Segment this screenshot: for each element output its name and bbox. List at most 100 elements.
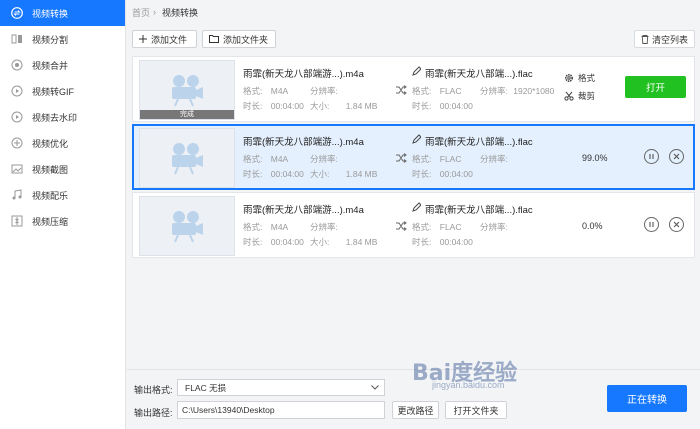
- format-label: 格式:: [243, 154, 263, 164]
- source-format-meta: 格式: M4A: [243, 85, 288, 97]
- compress-icon: [11, 215, 23, 227]
- sidebar-item-convert[interactable]: 视频转换: [0, 0, 125, 26]
- pause-button[interactable]: [644, 217, 659, 232]
- target-duration: 00:04:00: [439, 237, 473, 247]
- source-format: M4A: [270, 222, 289, 232]
- clear-list-button[interactable]: 清空列表: [633, 30, 695, 48]
- output-format-label: 输出格式:: [134, 385, 173, 395]
- add-folder-button[interactable]: 添加文件夹: [202, 30, 276, 48]
- size-label: 大小:: [310, 237, 330, 247]
- format-label: 格式:: [412, 86, 432, 96]
- trash-icon: [641, 34, 649, 44]
- source-file-name: 雨霏(新天龙八部端游...).m4a: [243, 137, 364, 148]
- toolbar: 添加文件 添加文件夹 清空列表: [132, 30, 695, 50]
- resolution-label: 分辨率:: [310, 86, 338, 96]
- source-size-meta: 大小: 1.84 MB: [310, 236, 377, 248]
- chevron-down-icon: [371, 385, 379, 390]
- output-format-value: FLAC 无损: [185, 382, 227, 393]
- format-label: 格式:: [412, 154, 432, 164]
- target-file-name: 雨霏(新天龙八部端...).flac: [425, 137, 533, 148]
- shuffle-arrow-icon: [396, 153, 407, 163]
- sidebar-item-merge[interactable]: 视频合并: [0, 52, 125, 78]
- target-format: FLAC: [439, 86, 462, 96]
- cut-label: 裁剪: [578, 91, 596, 101]
- output-path-field[interactable]: C:\Users\13940\Desktop: [177, 401, 385, 419]
- open-folder-button[interactable]: 打开文件夹: [445, 401, 507, 419]
- music-icon: [11, 189, 23, 201]
- breadcrumb-home[interactable]: 首页: [132, 6, 150, 19]
- source-format: M4A: [270, 86, 289, 96]
- remove-button[interactable]: [669, 149, 684, 164]
- source-resolution-meta: 分辨率:: [310, 153, 338, 165]
- source-duration: 00:04:00: [270, 237, 304, 247]
- target-file-name: 雨霏(新天龙八部端...).flac: [425, 69, 533, 80]
- file-row[interactable]: 完成 雨霏(新天龙八部端游...).m4a 格式: M4A 分辨率: 时长: 0…: [132, 56, 695, 122]
- sidebar-item-music[interactable]: 视频配乐: [0, 182, 125, 208]
- watermark-url: jingyan.baidu.com: [432, 380, 505, 390]
- edit-pencil-icon[interactable]: [412, 134, 421, 144]
- source-resolution-meta: 分辨率:: [310, 221, 338, 233]
- format-label: 格式:: [243, 86, 263, 96]
- target-format-meta: 格式: FLAC: [412, 153, 461, 165]
- sidebar-item-gif[interactable]: 视频转GIF: [0, 78, 125, 104]
- file-row[interactable]: 雨霏(新天龙八部端游...).m4a 格式: M4A 分辨率: 时长: 00:0…: [132, 192, 695, 258]
- resolution-label: 分辨率:: [310, 154, 338, 164]
- sidebar-item-label: 视频合并: [32, 60, 69, 71]
- remove-button[interactable]: [669, 217, 684, 232]
- target-resolution-meta: 分辨率:: [480, 153, 508, 165]
- sidebar-item-split[interactable]: 视频分割: [0, 26, 125, 52]
- screenshot-icon: [11, 163, 23, 175]
- open-button[interactable]: 打开: [625, 76, 686, 98]
- pause-button[interactable]: [644, 149, 659, 164]
- gif-icon: [11, 85, 23, 97]
- edit-pencil-icon[interactable]: [412, 66, 421, 76]
- source-size: 1.84 MB: [345, 237, 378, 247]
- start-convert-button[interactable]: 正在转换: [607, 385, 687, 412]
- source-format-meta: 格式: M4A: [243, 153, 288, 165]
- cut-button[interactable]: 裁剪: [564, 90, 595, 102]
- sidebar-item-screenshot[interactable]: 视频截图: [0, 156, 125, 182]
- sidebar-item-optimize[interactable]: 视频优化: [0, 130, 125, 156]
- progress-percent: 0.0%: [582, 221, 603, 231]
- duration-label: 时长:: [412, 169, 432, 179]
- size-label: 大小:: [310, 101, 330, 111]
- film-camera-icon: [172, 143, 203, 175]
- source-format-meta: 格式: M4A: [243, 221, 288, 233]
- split-icon: [11, 33, 23, 45]
- gear-icon: [564, 73, 574, 83]
- pause-icon: [649, 222, 654, 227]
- sidebar-item-label: 视频优化: [32, 138, 69, 149]
- file-row[interactable]: 雨霏(新天龙八部端游...).m4a 格式: M4A 分辨率: 时长: 00:0…: [132, 124, 695, 190]
- video-thumbnail: [139, 128, 235, 188]
- video-thumbnail: [139, 196, 235, 256]
- duration-label: 时长:: [412, 101, 432, 111]
- merge-icon: [11, 59, 23, 71]
- sidebar-item-compress[interactable]: 视频压缩: [0, 208, 125, 234]
- target-format-meta: 格式: FLAC: [412, 85, 461, 97]
- format-label: 格式:: [243, 222, 263, 232]
- format-settings-button[interactable]: 格式: [564, 72, 595, 84]
- target-format-meta: 格式: FLAC: [412, 221, 461, 233]
- format-label: 格式:: [412, 222, 432, 232]
- edit-pencil-icon[interactable]: [412, 202, 421, 212]
- clear-list-label: 清空列表: [651, 34, 688, 45]
- add-folder-label: 添加文件夹: [223, 34, 269, 45]
- add-file-button[interactable]: 添加文件: [132, 30, 197, 48]
- convert-icon: [11, 7, 23, 19]
- shuffle-arrow-icon: [396, 85, 407, 95]
- target-duration-meta: 时长: 00:04:00: [412, 168, 473, 180]
- resolution-label: 分辨率:: [480, 86, 508, 96]
- sidebar-item-watermark[interactable]: 视频去水印: [0, 104, 125, 130]
- close-icon: [673, 153, 680, 160]
- folder-icon: [209, 35, 219, 43]
- target-resolution: 1920*1080: [513, 86, 555, 96]
- output-format-select[interactable]: FLAC 无损: [177, 379, 385, 396]
- source-duration: 00:04:00: [270, 169, 304, 179]
- change-path-button[interactable]: 更改路径: [392, 401, 439, 419]
- source-size: 1.84 MB: [345, 101, 378, 111]
- resolution-label: 分辨率:: [480, 154, 508, 164]
- sidebar-item-label: 视频截图: [32, 164, 69, 175]
- watermark-icon: [11, 111, 23, 123]
- source-file-name: 雨霏(新天龙八部端游...).m4a: [243, 205, 364, 216]
- source-duration-meta: 时长: 00:04:00: [243, 100, 304, 112]
